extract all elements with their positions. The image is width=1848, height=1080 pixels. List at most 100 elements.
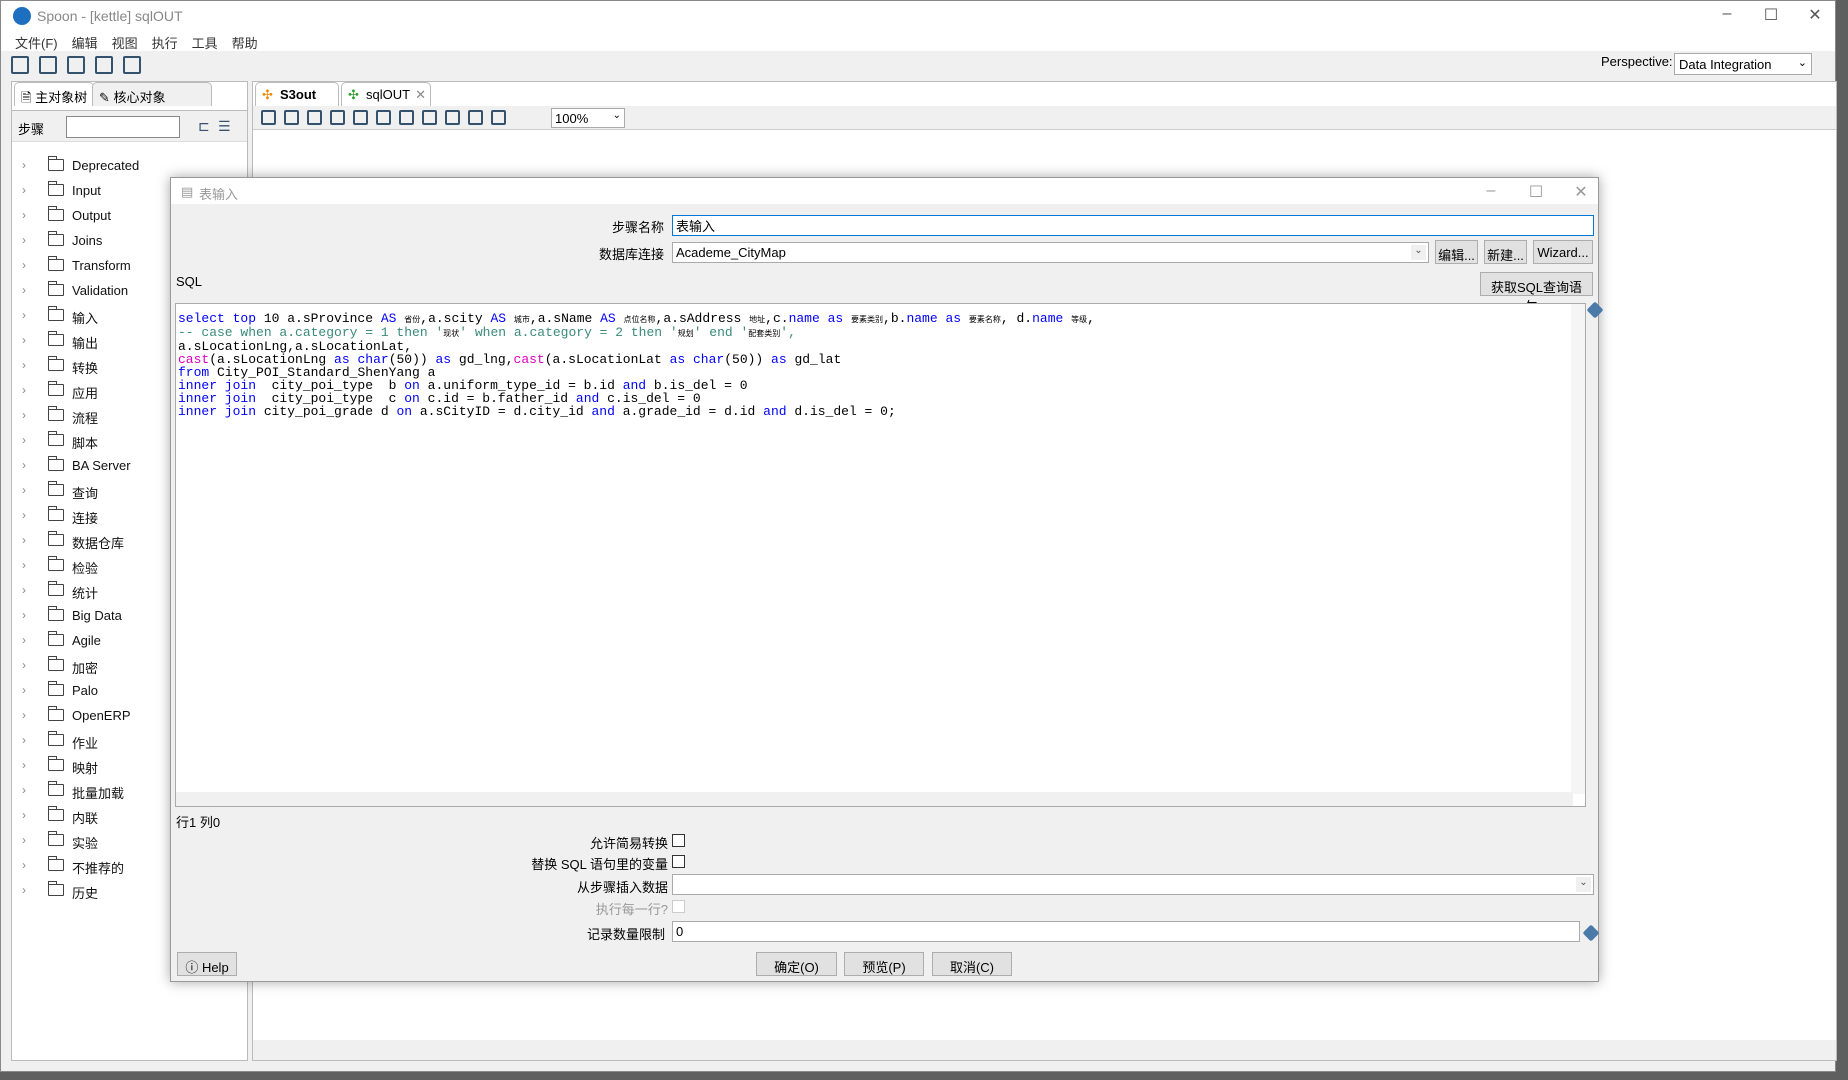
run-icon[interactable] bbox=[261, 110, 276, 125]
lazy-conversion-checkbox[interactable] bbox=[672, 834, 685, 847]
chevron-right-icon[interactable]: › bbox=[22, 458, 26, 472]
tab-main-tree[interactable]: 🗎 主对象树 bbox=[14, 82, 95, 106]
step-search-input[interactable] bbox=[66, 116, 180, 138]
chevron-right-icon[interactable]: › bbox=[22, 258, 26, 272]
pause-icon[interactable] bbox=[284, 110, 299, 125]
save-icon[interactable] bbox=[95, 56, 113, 74]
chevron-right-icon[interactable]: › bbox=[22, 783, 26, 797]
chevron-right-icon[interactable]: › bbox=[22, 358, 26, 372]
verify-icon[interactable] bbox=[399, 110, 414, 125]
chevron-right-icon[interactable]: › bbox=[22, 858, 26, 872]
preview-icon[interactable] bbox=[330, 110, 345, 125]
chevron-right-icon[interactable]: › bbox=[22, 833, 26, 847]
dialog-minimize-button[interactable]: – bbox=[1471, 182, 1511, 204]
debug-icon[interactable] bbox=[353, 110, 368, 125]
new-connection-button[interactable]: 新建... bbox=[1484, 240, 1527, 264]
dialog-close-button[interactable]: ✕ bbox=[1561, 182, 1601, 204]
chevron-right-icon[interactable]: › bbox=[22, 758, 26, 772]
sql-token: 城市 bbox=[513, 315, 530, 324]
folder-icon bbox=[47, 831, 64, 846]
sql-token: ', bbox=[780, 325, 796, 340]
menu-edit[interactable]: 编辑 bbox=[72, 33, 98, 52]
explore-repo-icon[interactable] bbox=[67, 56, 85, 74]
perspective-select[interactable]: Data Integration ⌄ bbox=[1674, 53, 1812, 75]
chevron-right-icon[interactable]: › bbox=[22, 883, 26, 897]
chevron-right-icon[interactable]: › bbox=[22, 433, 26, 447]
sql-token: ,c. bbox=[765, 311, 789, 326]
chevron-right-icon[interactable]: › bbox=[22, 383, 26, 397]
help-button[interactable]: ⓘ Help bbox=[177, 952, 237, 976]
chevron-right-icon[interactable]: › bbox=[22, 233, 26, 247]
chevron-right-icon[interactable]: › bbox=[22, 308, 26, 322]
cancel-button[interactable]: 取消(C) bbox=[932, 952, 1012, 976]
get-sql-button[interactable]: 获取SQL查询语句... bbox=[1480, 272, 1593, 314]
chevron-right-icon[interactable]: › bbox=[22, 533, 26, 547]
chevron-right-icon[interactable]: › bbox=[22, 683, 26, 697]
menu-help[interactable]: 帮助 bbox=[232, 33, 258, 52]
results-pane-icon[interactable] bbox=[491, 110, 506, 125]
replace-vars-checkbox[interactable] bbox=[672, 855, 685, 868]
minimize-button[interactable]: – bbox=[1707, 5, 1747, 27]
tab-core-objects[interactable]: ✎ 核心对象 bbox=[92, 82, 212, 106]
limit-input[interactable] bbox=[672, 921, 1580, 942]
chevron-right-icon[interactable]: › bbox=[22, 508, 26, 522]
new-file-icon[interactable] bbox=[11, 56, 29, 74]
sql-vertical-scrollbar[interactable] bbox=[1571, 304, 1585, 794]
stop-icon[interactable] bbox=[307, 110, 322, 125]
tab-s3out[interactable]: ✣ S3out bbox=[255, 82, 339, 106]
chevron-right-icon[interactable]: › bbox=[22, 658, 26, 672]
zoom-select[interactable]: 100% ⌄ bbox=[551, 108, 625, 128]
chevron-right-icon[interactable]: › bbox=[22, 708, 26, 722]
dialog-maximize-button[interactable]: ☐ bbox=[1516, 182, 1556, 204]
chevron-right-icon[interactable]: › bbox=[22, 808, 26, 822]
chevron-right-icon[interactable]: › bbox=[22, 558, 26, 572]
tree-item-label: 历史 bbox=[72, 886, 99, 901]
step-name-input[interactable] bbox=[672, 215, 1594, 236]
replay-icon[interactable] bbox=[376, 110, 391, 125]
db-explore-icon[interactable] bbox=[468, 110, 483, 125]
save-as-icon[interactable] bbox=[123, 56, 141, 74]
tree-item-label: 内联 bbox=[72, 811, 99, 826]
chevron-right-icon[interactable]: › bbox=[22, 208, 26, 222]
maximize-button[interactable]: ☐ bbox=[1751, 5, 1791, 27]
open-file-icon[interactable] bbox=[39, 56, 57, 74]
chevron-right-icon[interactable]: › bbox=[22, 408, 26, 422]
close-button[interactable]: ✕ bbox=[1795, 5, 1835, 27]
menu-tools[interactable]: 工具 bbox=[192, 33, 218, 52]
ok-button[interactable]: 确定(O) bbox=[756, 952, 837, 976]
chevron-right-icon[interactable]: › bbox=[22, 283, 26, 297]
sql-editor[interactable]: select top 10 a.sProvince AS 省份,a.scity … bbox=[175, 303, 1586, 807]
tab-sqlout[interactable]: ✣ sqlOUT ✕ bbox=[341, 82, 431, 106]
chevron-right-icon[interactable]: › bbox=[22, 633, 26, 647]
sql-token: (50)) bbox=[724, 352, 772, 367]
sql-horizontal-scrollbar[interactable] bbox=[176, 792, 1573, 806]
execute-each-row-checkbox[interactable] bbox=[672, 900, 685, 913]
expand-list-icon[interactable]: ☰ bbox=[218, 118, 231, 135]
preview-button[interactable]: 预览(P) bbox=[844, 952, 924, 976]
chevron-right-icon[interactable]: › bbox=[22, 483, 26, 497]
replace-vars-label: 替换 SQL 语句里的变量 bbox=[531, 857, 668, 872]
edit-connection-button[interactable]: 编辑... bbox=[1435, 240, 1478, 264]
menu-file[interactable]: 文件(F) bbox=[15, 33, 58, 52]
collapse-tree-icon[interactable]: ⊏ bbox=[198, 118, 210, 135]
wizard-button[interactable]: Wizard... bbox=[1533, 240, 1593, 264]
insert-from-step-select[interactable]: ⌄ bbox=[672, 874, 1594, 895]
close-tab-icon[interactable]: ✕ bbox=[415, 87, 426, 102]
folder-icon bbox=[47, 231, 64, 246]
sql-token: (a.sLocationLat bbox=[544, 352, 670, 367]
tab-label: 主对象树 bbox=[35, 90, 88, 105]
impact-icon[interactable] bbox=[422, 110, 437, 125]
canvas-horizontal-scrollbar[interactable] bbox=[253, 1040, 1836, 1060]
menu-view[interactable]: 视图 bbox=[112, 33, 138, 52]
chevron-right-icon[interactable]: › bbox=[22, 608, 26, 622]
menu-run[interactable]: 执行 bbox=[152, 33, 178, 52]
chevron-right-icon[interactable]: › bbox=[22, 333, 26, 347]
chevron-right-icon[interactable]: › bbox=[22, 158, 26, 172]
sql-icon[interactable] bbox=[445, 110, 460, 125]
chevron-right-icon[interactable]: › bbox=[22, 583, 26, 597]
db-connection-select[interactable]: Academe_CityMap ⌄ bbox=[672, 242, 1429, 263]
chevron-right-icon[interactable]: › bbox=[22, 183, 26, 197]
chevron-right-icon[interactable]: › bbox=[22, 733, 26, 747]
transformation-icon: ✣ bbox=[262, 87, 273, 102]
tree-item[interactable]: › Deprecated bbox=[12, 155, 247, 179]
